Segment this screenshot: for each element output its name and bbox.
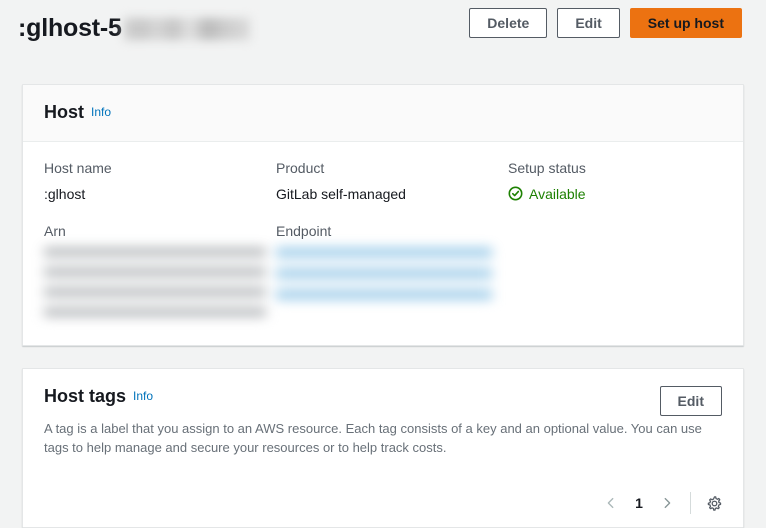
host-detail-grid: Host name :glhost Product GitLab self-ma… [44, 160, 722, 322]
host-tags-toolbar: 1 [596, 488, 729, 518]
tags-edit-button[interactable]: Edit [660, 386, 722, 416]
detail-setup-status: Setup status Available [508, 160, 722, 205]
page-title: :glhost-5 [18, 14, 250, 43]
detail-empty-cell [508, 223, 722, 322]
pagination: 1 [596, 488, 682, 518]
host-card-title-text: Host [44, 102, 84, 122]
status-text-available: Available [529, 185, 586, 203]
detail-value-setup-status: Available [508, 185, 722, 206]
host-card-title: Host Info [44, 102, 111, 123]
host-tags-title: Host tags Info [44, 386, 153, 407]
host-tags-title-text: Host tags [44, 386, 126, 406]
detail-value-host-name: :glhost [44, 185, 276, 203]
detail-value-endpoint-redacted[interactable] [276, 248, 492, 310]
status-badge-available: Available [508, 185, 586, 203]
chevron-right-icon[interactable] [652, 488, 682, 518]
detail-label-setup-status: Setup status [508, 160, 722, 178]
host-info-link[interactable]: Info [91, 105, 111, 119]
page-title-redacted-region [124, 18, 250, 40]
chevron-left-icon[interactable] [596, 488, 626, 518]
detail-label-product: Product [276, 160, 508, 178]
toolbar-divider [690, 492, 691, 514]
page-title-text: :glhost-5 [18, 14, 122, 42]
page-header: :glhost-5 Delete Edit Set up host [0, 0, 766, 62]
pagination-page-1[interactable]: 1 [628, 495, 650, 511]
detail-value-arn-redacted [44, 248, 266, 322]
delete-button[interactable]: Delete [469, 8, 547, 38]
host-card-header: Host Info [23, 85, 743, 142]
host-tags-card: Host tags Info Edit A tag is a label that… [22, 368, 744, 528]
gear-icon[interactable] [699, 488, 729, 518]
set-up-host-button[interactable]: Set up host [630, 8, 742, 38]
detail-product: Product GitLab self-managed [276, 160, 508, 205]
check-circle-icon [508, 186, 523, 201]
detail-label-arn: Arn [44, 223, 276, 241]
detail-value-product: GitLab self-managed [276, 185, 508, 203]
detail-arn: Arn [44, 223, 276, 322]
host-card: Host Info Host name :glhost Product GitLa… [22, 84, 744, 346]
edit-button[interactable]: Edit [557, 8, 619, 38]
detail-label-host-name: Host name [44, 160, 276, 178]
detail-host-name: Host name :glhost [44, 160, 276, 205]
host-tags-info-link[interactable]: Info [133, 389, 153, 403]
host-tags-header: Host tags Info Edit [23, 369, 743, 425]
detail-label-endpoint: Endpoint [276, 223, 508, 241]
detail-endpoint: Endpoint [276, 223, 508, 322]
host-tags-description: A tag is a label that you assign to an A… [44, 420, 716, 458]
header-actions: Delete Edit Set up host [469, 8, 742, 38]
host-card-body: Host name :glhost Product GitLab self-ma… [23, 142, 743, 322]
